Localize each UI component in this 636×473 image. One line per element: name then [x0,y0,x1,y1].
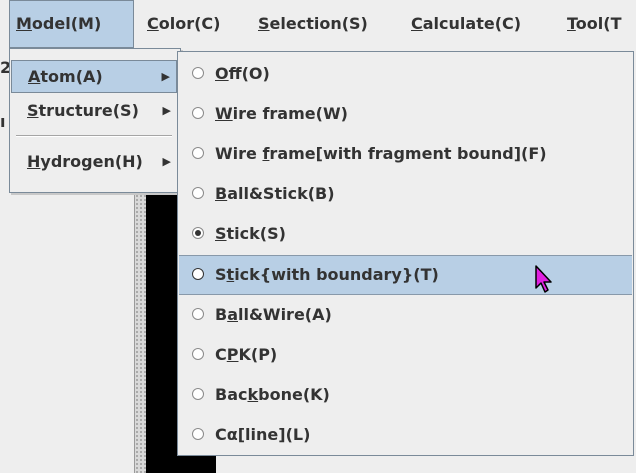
radio-item-stick[interactable]: Stick(S) [179,214,632,254]
item-mnemonic: S [215,224,227,243]
item-label-pre: Bac [215,385,248,404]
radio-button-icon [192,428,204,440]
item-label: ick{with boundary}(T) [234,265,439,284]
radio-button-icon [192,388,204,400]
menu-item-hydrogen[interactable]: Hydrogen(H) ▶ [11,145,177,178]
radio-item-ball-stick[interactable]: Ball&Stick(B) [179,174,632,214]
menu-label: alculate(C) [422,14,522,33]
item-label: ire frame(W) [232,104,348,123]
menu-bar: Model(M) Color(C) Selection(S) Calculate… [0,0,636,48]
item-mnemonic: B [215,184,228,203]
item-mnemonic: P [226,345,239,364]
radio-button-icon [192,107,204,119]
menu-item-atom[interactable]: Atom(A) ▶ [11,60,177,93]
item-label: ff(O) [228,64,270,83]
item-label: tick(S) [226,224,286,243]
radio-button-icon [192,348,204,360]
item-label: ll&Wire(A) [238,305,332,324]
item-label: tructure(S) [38,101,139,120]
item-mnemonic: [ [237,425,246,444]
item-label: K(P) [238,345,278,364]
item-label-pre: C [215,345,227,364]
menu-mnemonic: T [567,14,576,33]
submenu-arrow-icon: ▶ [162,104,171,117]
radio-button-icon [192,187,204,199]
radio-item-cpk[interactable]: CPK(P) [179,335,632,375]
menu-separator [16,135,172,137]
menu-model[interactable]: Model(M) [9,0,134,48]
radio-item-off[interactable]: Off(O) [179,54,632,94]
menu-mnemonic: C [411,14,423,33]
radio-item-wire-frame-fragment[interactable]: Wire frame[with fragment bound](F) [179,134,632,174]
item-mnemonic: H [27,152,41,171]
item-label-pre: Wire [215,144,263,163]
radio-button-icon [192,67,204,79]
menu-label: election(S) [269,14,368,33]
item-mnemonic: k [247,385,259,404]
item-label-pre: Cα [215,425,238,444]
item-mnemonic: a [227,305,238,324]
menu-selection[interactable]: Selection(S) [252,0,374,48]
item-label-pre: S [215,265,227,284]
menu-color[interactable]: Color(C) [141,0,226,48]
item-label-pre: B [215,305,228,324]
menu-label: ool(T [575,14,622,33]
radio-button-selected-icon [192,227,204,239]
radio-button-icon [192,147,204,159]
radio-button-icon [192,308,204,320]
radio-item-stick-boundary[interactable]: Stick{with boundary}(T) [179,255,632,295]
item-label: tom(A) [40,67,103,86]
menu-label: olor(C) [158,14,221,33]
item-label: all&Stick(B) [227,184,335,203]
menu-item-structure[interactable]: Structure(S) ▶ [11,94,177,127]
atom-submenu: Off(O) Wire frame(W) Wire frame[with fra… [177,51,634,456]
radio-button-icon [192,268,204,280]
item-mnemonic: O [215,64,229,83]
menu-tool[interactable]: Tool(T [561,0,628,48]
radio-item-calpha-line[interactable]: Cα[line](L) [179,415,632,455]
submenu-arrow-icon: ▶ [162,155,171,168]
radio-item-backbone[interactable]: Backbone(K) [179,375,632,415]
item-mnemonic: W [215,104,233,123]
menu-label: odel(M) [31,14,102,33]
menu-mnemonic: M [16,14,32,33]
menu-calculate[interactable]: Calculate(C) [405,0,527,48]
menu-mnemonic: S [258,14,270,33]
item-mnemonic: S [27,101,39,120]
model-menu: Atom(A) ▶ Structure(S) ▶ Hydrogen(H) ▶ [9,48,181,193]
background-text: ı [0,112,6,131]
item-label: line](L) [245,425,311,444]
item-label: bone(K) [258,385,330,404]
item-label: ydrogen(H) [40,152,143,171]
radio-item-ball-wire[interactable]: Ball&Wire(A) [179,295,632,335]
item-label: rame[with fragment bound](F) [269,144,547,163]
submenu-arrow-icon: ▶ [161,70,170,83]
radio-item-wire-frame[interactable]: Wire frame(W) [179,94,632,134]
item-mnemonic: A [28,67,41,86]
mouse-cursor-icon [535,265,552,293]
menu-mnemonic: C [147,14,159,33]
